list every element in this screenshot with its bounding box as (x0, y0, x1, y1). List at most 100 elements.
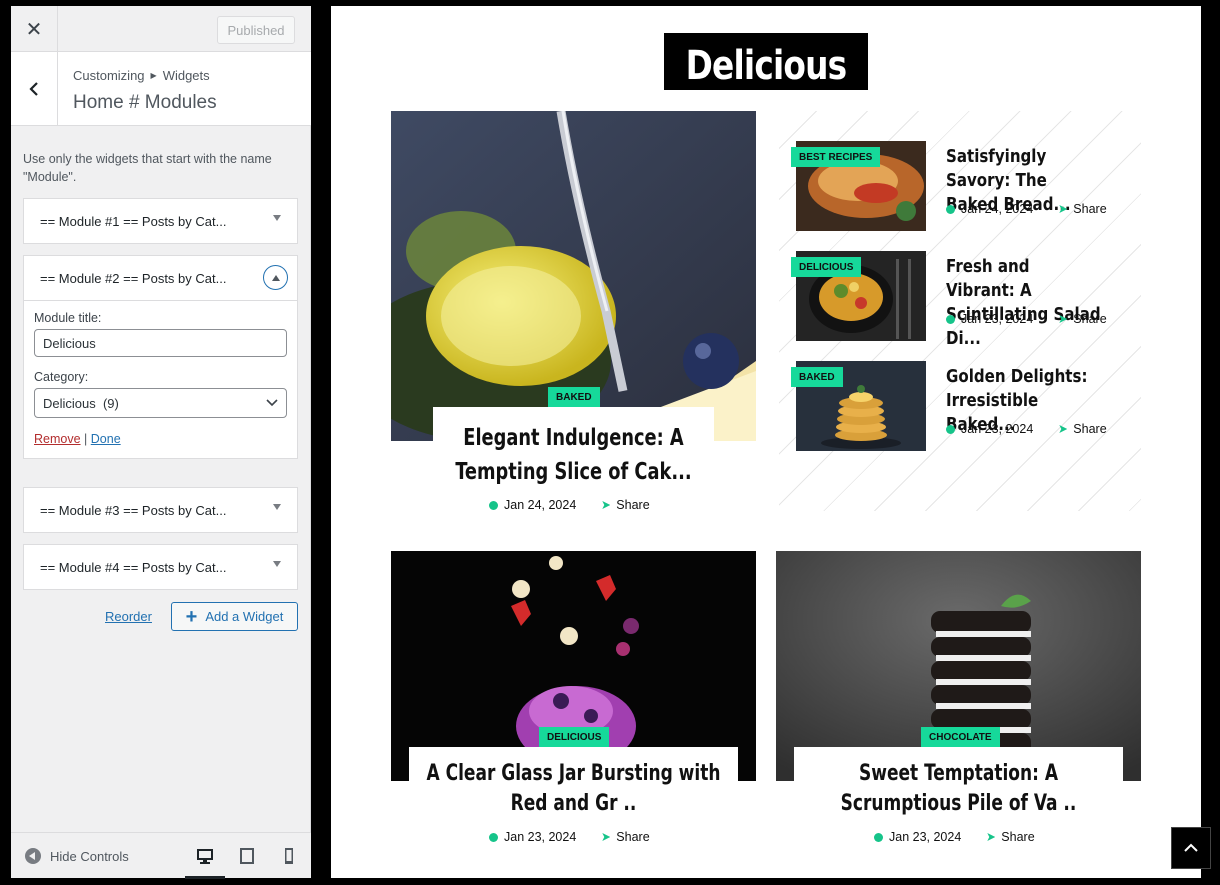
post-date: Jan 23, 2024 (504, 830, 577, 844)
share-icon (602, 833, 611, 841)
chevron-up-icon (1184, 843, 1198, 852)
back-button[interactable] (11, 52, 58, 126)
share-link[interactable]: Share (1073, 422, 1106, 436)
post-date: Jan 24, 2024 (961, 202, 1034, 216)
post-meta: Jan 23, 2024 Share (874, 830, 1035, 844)
widget-title: == Module #1 == Posts by Cat... (40, 213, 227, 229)
post-meta: Jan 24, 2024 Share (946, 202, 1107, 216)
category-badge[interactable]: Chocolate (921, 727, 1000, 747)
hide-controls-button[interactable]: Hide Controls (25, 848, 129, 864)
section-title: Home # Modules (73, 92, 217, 113)
desktop-icon[interactable] (196, 847, 214, 865)
reorder-link[interactable]: Reorder (105, 609, 152, 624)
clock-icon (946, 424, 955, 434)
bottom-post-2-card: Sweet Temptation: A Scrumptious Pile of … (794, 747, 1123, 847)
widget-module-2-form: Module title: Category: Delicious (9) Re… (24, 300, 297, 458)
list-post-2: Delicious Fresh and Vibrant: A Scintilla… (791, 251, 1141, 349)
widget-title: == Module #2 == Posts by Cat... (40, 270, 227, 286)
share-icon (1059, 425, 1068, 433)
section-header: Customizing ▶ Widgets Home # Modules (11, 52, 311, 126)
clock-icon (946, 204, 955, 214)
share-icon (1059, 315, 1068, 323)
actions-separator: | (84, 432, 88, 446)
share-icon (1059, 205, 1068, 213)
category-selected-value: Delicious (9) (43, 395, 119, 411)
scroll-to-top-button[interactable] (1171, 827, 1211, 869)
close-icon: ✕ (25, 18, 43, 41)
close-customizer-button[interactable]: ✕ (11, 6, 58, 52)
breadcrumb-root: Customizing (73, 68, 145, 83)
share-icon (602, 501, 611, 509)
post-date: Jan 23, 2024 (961, 422, 1034, 436)
share-link[interactable]: Share (1073, 202, 1106, 216)
category-badge[interactable]: Delicious (791, 257, 862, 277)
widget-module-4: == Module #4 == Posts by Cat... (23, 544, 298, 590)
post-meta: Jan 24, 2024 Share (489, 498, 650, 512)
hide-controls-label: Hide Controls (50, 848, 129, 864)
widget-module-1: == Module #1 == Posts by Cat... (23, 198, 298, 244)
share-link[interactable]: Share (1073, 312, 1106, 326)
share-link[interactable]: Share (1001, 830, 1034, 844)
customizer-header: ✕ Published (11, 6, 311, 52)
site-preview: Delicious Baked (331, 6, 1201, 878)
plus-icon: + (185, 605, 198, 628)
category-badge[interactable]: Baked (791, 367, 843, 387)
chevron-down-icon[interactable] (273, 215, 281, 221)
featured-post-title[interactable]: Elegant Indulgence: A Tempting Slice of … (453, 421, 695, 489)
clock-icon (489, 832, 498, 842)
list-post-title[interactable]: Fresh and Vibrant: A Scintillating Salad… (946, 255, 1103, 351)
widget-module-1-header[interactable]: == Module #1 == Posts by Cat... (24, 199, 297, 243)
chevron-down-icon[interactable] (273, 561, 281, 567)
category-badge[interactable]: Delicious (539, 727, 610, 747)
widget-module-2: == Module #2 == Posts by Cat... Module t… (23, 255, 298, 459)
category-badge[interactable]: Baked (548, 387, 600, 407)
list-post-3: Baked Golden Delights: Irresistible Bake… (791, 361, 1141, 451)
post-meta: Jan 23, 2024 Share (489, 830, 650, 844)
chevron-down-icon[interactable] (273, 504, 281, 510)
widget-title: == Module #4 == Posts by Cat... (40, 559, 227, 575)
category-label: Category: (34, 370, 89, 384)
widget-module-3-header[interactable]: == Module #3 == Posts by Cat... (24, 488, 297, 532)
section-description: Use only the widgets that start with the… (23, 152, 272, 184)
collapse-sidebar-icon (25, 848, 41, 864)
breadcrumb: Customizing ▶ Widgets (73, 68, 210, 83)
list-post-1: Best Recipes Satisfyingly Savory: The Ba… (791, 141, 1141, 231)
done-link[interactable]: Done (91, 432, 121, 446)
customizer-sidebar: ✕ Published Customizing ▶ Widgets Home # M… (11, 6, 311, 879)
publish-button[interactable]: Published (217, 16, 295, 44)
clock-icon (946, 314, 955, 324)
category-badge[interactable]: Best Recipes (791, 147, 881, 167)
module-title: Delicious (685, 43, 848, 89)
clock-icon (489, 500, 498, 510)
chevron-left-icon (29, 82, 38, 96)
module-title-label: Module title: (34, 311, 102, 325)
featured-post-card: Elegant Indulgence: A Tempting Slice of … (433, 407, 714, 517)
share-link[interactable]: Share (616, 498, 649, 512)
widget-title: == Module #3 == Posts by Cat... (40, 502, 227, 518)
chevron-up-icon (271, 274, 280, 281)
share-icon (987, 833, 996, 841)
bottom-post-1-card: A Clear Glass Jar Bursting with Red and … (409, 747, 738, 847)
module-heading: Delicious (664, 33, 868, 90)
bottom-post-title[interactable]: Sweet Temptation: A Scrumptious Pile of … (808, 759, 1108, 819)
add-widget-label: Add a Widget (205, 609, 284, 624)
chevron-down-icon (266, 399, 278, 407)
widget-module-3: == Module #3 == Posts by Cat... (23, 487, 298, 533)
add-widget-button[interactable]: + Add a Widget (171, 602, 298, 631)
clock-icon (874, 832, 883, 842)
post-meta: Jan 23, 2024 Share (946, 312, 1107, 326)
module-title-input[interactable] (34, 329, 287, 357)
widget-module-4-header[interactable]: == Module #4 == Posts by Cat... (24, 545, 297, 589)
active-device-indicator (185, 876, 225, 879)
category-select[interactable]: Delicious (9) (34, 388, 287, 418)
tablet-icon[interactable] (238, 847, 256, 865)
breadcrumb-child: Widgets (162, 68, 210, 83)
breadcrumb-separator-icon: ▶ (150, 71, 157, 80)
share-link[interactable]: Share (616, 830, 649, 844)
remove-link[interactable]: Remove (34, 432, 81, 446)
widget-module-2-header[interactable]: == Module #2 == Posts by Cat... (24, 256, 297, 300)
bottom-post-title[interactable]: A Clear Glass Jar Bursting with Red and … (423, 759, 723, 819)
collapse-toggle-button[interactable] (263, 265, 288, 290)
post-date: Jan 24, 2024 (504, 498, 577, 512)
mobile-icon[interactable] (280, 847, 298, 865)
